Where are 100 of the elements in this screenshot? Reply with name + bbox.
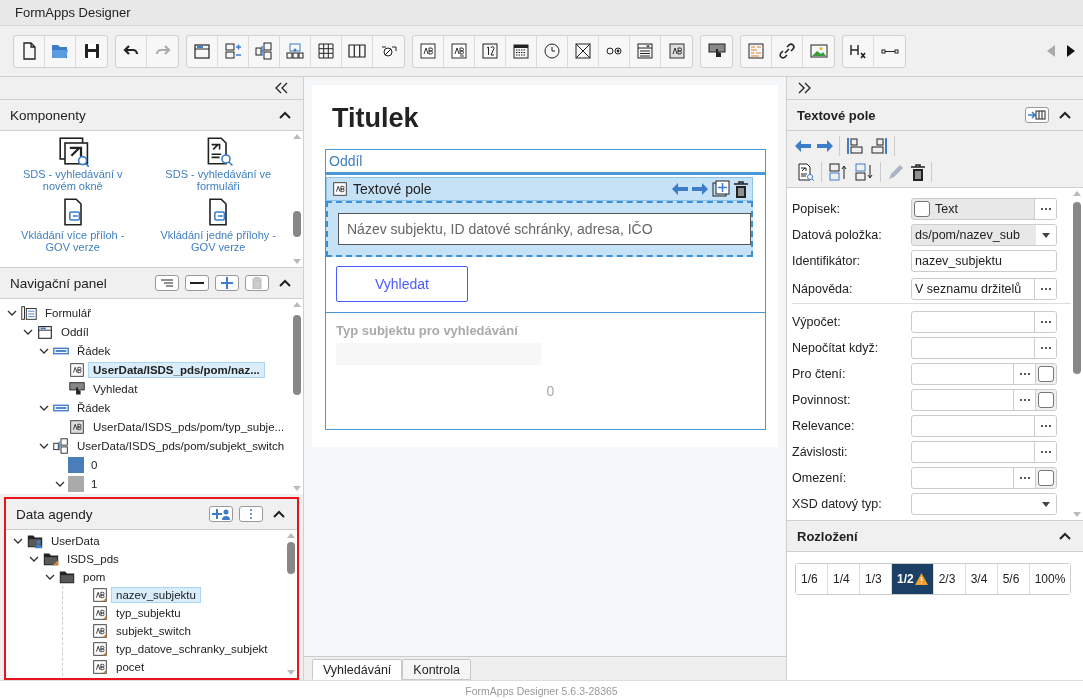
field-header[interactable]: Textové pole	[326, 177, 753, 201]
layout-option[interactable]: 1/6	[796, 564, 828, 594]
tree-item[interactable]: UserData/ISDS_pds/pom/typ_subje...	[88, 418, 290, 435]
arrow-left-icon[interactable]	[795, 140, 811, 152]
property-field[interactable]	[911, 493, 1057, 515]
checkbox[interactable]	[1038, 366, 1054, 382]
delete-button[interactable]	[245, 275, 269, 291]
panel-title: Data agendy	[16, 506, 94, 522]
chevron-up-icon	[1059, 532, 1071, 540]
tree-item[interactable]: pom	[78, 569, 111, 585]
minus-icon	[190, 281, 204, 285]
property-field[interactable]	[911, 415, 1057, 437]
arrow-right-icon[interactable]	[692, 183, 708, 195]
more-button[interactable]	[1034, 312, 1056, 332]
property-field[interactable]	[911, 363, 1057, 385]
tree-item[interactable]: nazev_subjektu	[111, 587, 201, 603]
collapse-all-button[interactable]	[185, 275, 209, 291]
arrow-left-icon[interactable]	[672, 183, 688, 195]
checkbox[interactable]	[1038, 470, 1054, 486]
property-field[interactable]: V seznamu držitelů	[911, 277, 1057, 300]
tab[interactable]: Kontrola	[402, 659, 471, 680]
more-button[interactable]	[1034, 416, 1056, 436]
add-user-button[interactable]	[209, 506, 233, 522]
move-up-icon[interactable]	[828, 163, 848, 181]
columns-icon	[347, 41, 367, 61]
tree-item[interactable]: UserData/ISDS_pds/pom/naz...	[88, 361, 265, 378]
property-label: Pro čtení:	[792, 367, 847, 381]
more-button[interactable]	[1034, 338, 1056, 358]
property-field[interactable]: nazev_subjektu	[911, 250, 1057, 272]
rich-text-icon	[746, 41, 766, 61]
tree-item[interactable]: ISDS_pds	[62, 551, 124, 567]
trash-icon[interactable]	[911, 163, 925, 181]
scrollbar-thumb[interactable]	[1073, 202, 1081, 374]
trash-icon[interactable]	[734, 180, 748, 198]
tab[interactable]: Vyhledávání	[312, 659, 403, 680]
panel-arrow-icon	[1028, 110, 1046, 120]
component-item[interactable]: SDS - vyhledávání ve formuláři	[156, 168, 281, 193]
caret-icon	[1042, 232, 1050, 238]
tree-item[interactable]: 1	[86, 475, 103, 492]
scrollbar-thumb[interactable]	[293, 211, 301, 237]
component-item[interactable]: SDS - vyhledávání v novém okně	[10, 168, 135, 193]
field-label: Textové pole	[353, 181, 433, 197]
arrow-right-icon[interactable]	[817, 140, 833, 152]
more-icon	[1039, 346, 1052, 350]
checkbox[interactable]	[1038, 392, 1054, 408]
property-field[interactable]	[911, 389, 1057, 411]
field-value: V seznamu držitelů	[914, 281, 1023, 296]
dock-button[interactable]	[1025, 107, 1049, 123]
move-down-icon[interactable]	[854, 163, 874, 181]
text-input[interactable]: Název subjektu, ID datové schránky, adresa, IČO	[338, 213, 751, 245]
property-label: Nepočítat když:	[792, 341, 880, 355]
lines-icon	[160, 279, 174, 287]
tree-item[interactable]: Řádek	[72, 399, 116, 416]
scrollbar-thumb[interactable]	[287, 542, 295, 574]
more-icon	[1018, 372, 1031, 376]
align-right-icon[interactable]	[870, 137, 888, 155]
property-label: Relevance:	[792, 419, 856, 433]
tree-item[interactable]: Oddíl	[56, 323, 94, 340]
double-chevron-left-icon[interactable]	[275, 82, 289, 94]
section-header[interactable]: Oddíl	[325, 149, 766, 173]
component-item[interactable]: Vkládání více příloh - GOV verze	[10, 229, 135, 254]
property-label: XSD datový typ:	[792, 497, 883, 511]
switch-icon	[52, 436, 70, 455]
add-icon[interactable]	[712, 180, 730, 198]
tree-item[interactable]: typ_subjektu	[111, 605, 186, 621]
add-button[interactable]	[215, 275, 239, 291]
component-item[interactable]: Vkládání jedné přílohy - GOV verze	[156, 229, 281, 254]
indent-button[interactable]	[155, 275, 179, 291]
scroll-right-icon[interactable]	[1067, 45, 1075, 57]
tree-item[interactable]: typ_datove_schranky_subjekt	[111, 641, 273, 657]
property-field[interactable]	[911, 311, 1057, 333]
tree-item[interactable]: 0	[86, 456, 103, 473]
kebab-icon	[249, 508, 253, 520]
more-button[interactable]	[1034, 442, 1056, 462]
more-button[interactable]	[1034, 278, 1056, 299]
tree-item[interactable]: UserData	[46, 533, 105, 549]
scrollbar-thumb[interactable]	[293, 315, 301, 395]
tree-item[interactable]: Řádek	[72, 342, 116, 359]
double-chevron-right-icon[interactable]	[797, 82, 811, 94]
repeat-icon	[285, 41, 305, 61]
property-field[interactable]	[911, 337, 1057, 359]
tree-item[interactable]: pocet	[111, 659, 150, 675]
search-button[interactable]: Vyhledat	[336, 266, 468, 302]
table-icon	[316, 41, 336, 61]
tree-item[interactable]: subjekt_switch	[111, 623, 196, 639]
property-field[interactable]	[911, 441, 1057, 463]
tree-item[interactable]: UserData/ISDS_pds/pom/subjekt_switch	[72, 437, 290, 454]
more-icon	[1018, 398, 1031, 402]
version-text: FormApps Designer 5.6.3-28365	[465, 684, 618, 697]
layout-option[interactable]: 1/2	[892, 564, 934, 594]
property-field[interactable]	[911, 467, 1057, 489]
chevron-down-icon[interactable]	[13, 536, 23, 546]
tree-item[interactable]: Formulář	[40, 304, 96, 321]
align-left-icon[interactable]	[846, 137, 864, 155]
chevron-down-icon[interactable]	[29, 554, 39, 564]
chevron-down-icon[interactable]	[45, 572, 55, 582]
chevron-up-icon	[279, 279, 291, 287]
more-icon	[1039, 450, 1052, 454]
tree-item[interactable]: Vyhledat	[88, 380, 143, 397]
text-field-icon	[418, 41, 438, 61]
